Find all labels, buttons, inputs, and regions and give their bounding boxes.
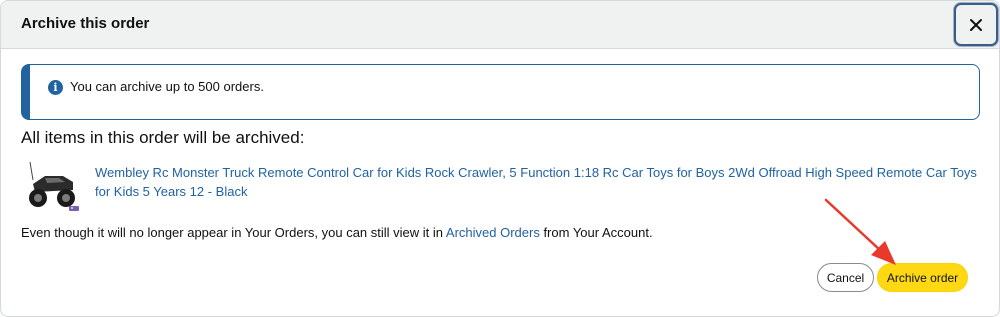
rc-truck-thumbnail [23, 158, 83, 218]
items-heading: All items in this order will be archived… [21, 128, 305, 147]
archive-note-suffix: from Your Account. [539, 225, 653, 240]
info-icon: i [48, 80, 63, 95]
product-title-link[interactable]: Wembley Rc Monster Truck Remote Control … [95, 163, 980, 201]
dialog-title: Archive this order [21, 15, 150, 32]
product-thumbnail[interactable] [23, 158, 83, 218]
info-alert: i You can archive up to 500 orders. [21, 64, 980, 120]
archive-note-prefix: Even though it will no longer appear in … [21, 225, 446, 240]
close-button[interactable] [954, 3, 998, 46]
info-text: You can archive up to 500 orders. [70, 79, 264, 94]
archive-order-dialog: Archive this order i You can archive up … [0, 0, 1000, 317]
archived-orders-link[interactable]: Archived Orders [446, 225, 540, 240]
cancel-button[interactable]: Cancel [817, 263, 874, 292]
archive-note: Even though it will no longer appear in … [21, 225, 653, 240]
archive-order-button[interactable]: Archive order [877, 263, 968, 292]
close-icon [970, 18, 982, 31]
dialog-header: Archive this order [1, 1, 999, 49]
